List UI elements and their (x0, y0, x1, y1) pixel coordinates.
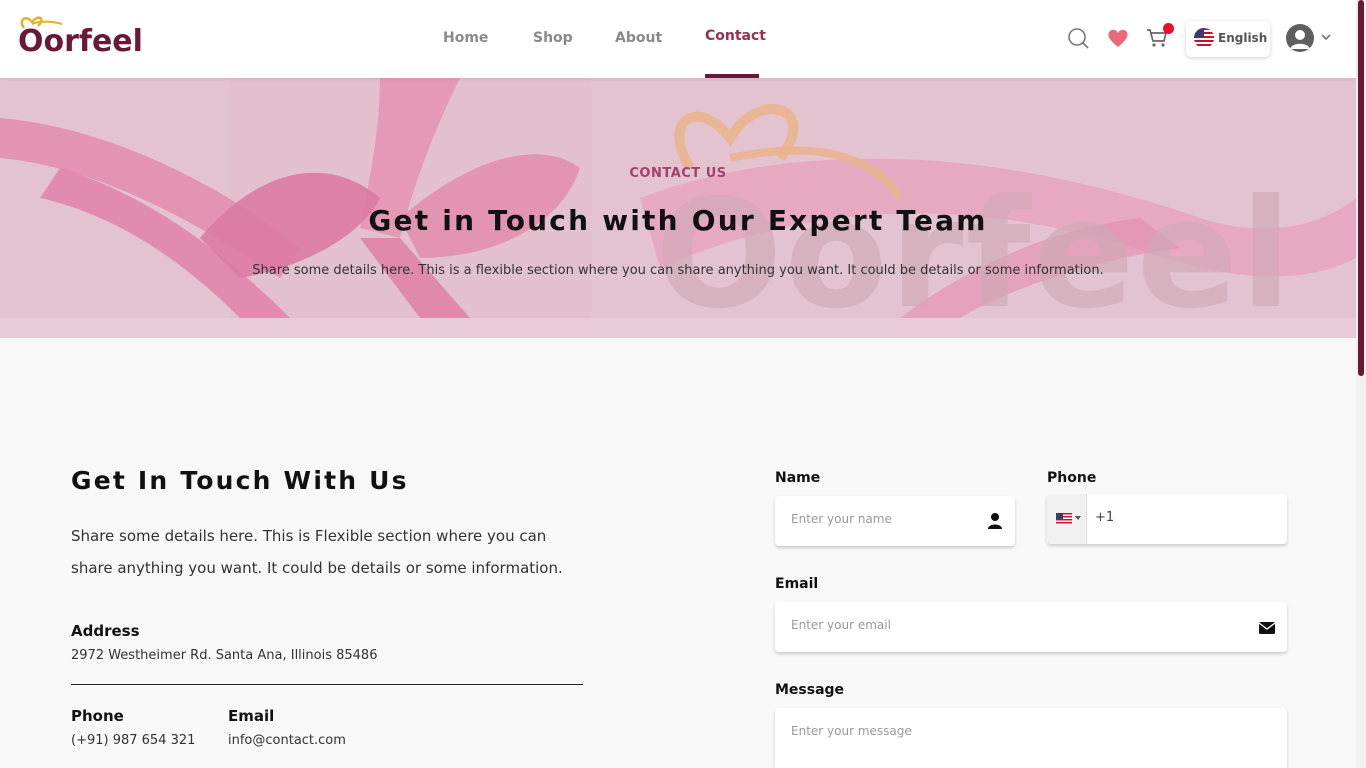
nav-active-indicator (705, 74, 759, 78)
cart-notification-dot (1163, 23, 1174, 34)
nav-about[interactable]: About (615, 30, 662, 46)
info-title: Get In Touch With Us (71, 466, 409, 495)
address-label: Address (71, 622, 140, 640)
us-flag-icon (1194, 28, 1214, 48)
country-code-selector[interactable] (1047, 494, 1087, 544)
page-scrollbar[interactable] (1356, 0, 1366, 768)
us-flag-icon (1056, 513, 1072, 524)
phone-field-label: Phone (1047, 470, 1097, 486)
hero-title: Get in Touch with Our Expert Team (368, 204, 988, 237)
email-field[interactable]: Enter your email (775, 602, 1287, 652)
heart-icon[interactable] (1106, 26, 1130, 50)
language-selector[interactable]: English (1186, 21, 1270, 57)
message-field[interactable]: Enter your message (775, 708, 1287, 768)
name-field[interactable]: Enter your name (775, 496, 1015, 546)
scrollbar-thumb[interactable] (1358, 0, 1364, 376)
message-label: Message (775, 682, 845, 698)
email-field-label: Email (775, 576, 819, 592)
hero-eyebrow: CONTACT US (629, 166, 727, 181)
email-placeholder: Enter your email (791, 618, 891, 632)
nav-contact[interactable]: Contact (705, 28, 766, 44)
hero-watermark: Oorfeel (655, 168, 1294, 338)
nav-shop[interactable]: Shop (533, 30, 573, 46)
phone-field[interactable]: +1 (1047, 494, 1287, 544)
address-value: 2972 Westheimer Rd. Santa Ana, Illinois … (71, 648, 378, 663)
logo-text: Oorfeel (18, 24, 143, 59)
nav-home[interactable]: Home (443, 30, 488, 46)
phone-code: +1 (1095, 510, 1115, 525)
phone-label: Phone (71, 707, 124, 725)
email-value[interactable]: info@contact.com (228, 733, 346, 748)
language-label: English (1218, 31, 1268, 45)
search-icon[interactable] (1066, 26, 1090, 50)
hero-banner: Oorfeel CONTACT US Get in Touch with Our… (0, 78, 1356, 338)
info-divider (71, 684, 583, 685)
envelope-icon (1258, 622, 1276, 634)
name-placeholder: Enter your name (791, 512, 892, 526)
chevron-down-icon[interactable] (1320, 31, 1332, 43)
caret-down-icon (1075, 516, 1081, 520)
person-icon (988, 513, 1002, 529)
logo[interactable]: Oorfeel (18, 14, 143, 59)
name-label: Name (775, 470, 821, 486)
phone-value[interactable]: (+91) 987 654 321 (71, 733, 195, 748)
site-header: Oorfeel Home Shop About Contact English (0, 0, 1356, 78)
hero-subtitle: Share some details here. This is a flexi… (252, 263, 1104, 278)
info-description: Share some details here. This is Flexibl… (71, 527, 563, 577)
user-avatar-icon[interactable] (1286, 24, 1314, 52)
email-label: Email (228, 707, 275, 725)
message-placeholder: Enter your message (791, 724, 912, 738)
